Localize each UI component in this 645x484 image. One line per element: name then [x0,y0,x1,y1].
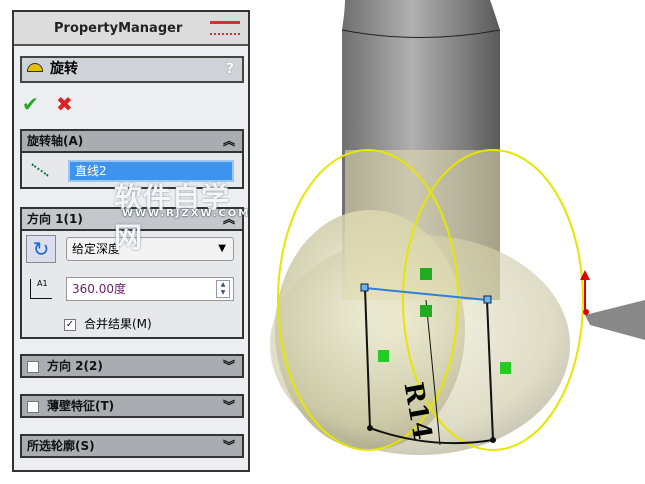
panel-pin-icon[interactable] [210,21,240,35]
feature-header: 旋转 ? [20,56,244,83]
panel-title: PropertyManager [54,21,183,36]
collapse-icon[interactable]: ︽ [223,131,235,151]
panel-title-bar: PropertyManager [14,12,248,46]
checkbox[interactable] [27,400,39,413]
revolve-feature-icon [27,63,43,72]
section-header-axis[interactable]: 旋转轴(A) ︽ [20,129,244,153]
axis-line-icon [31,163,49,177]
spin-buttons[interactable]: ▲ ▼ [216,280,230,298]
section-title: 所选轮廓(S) [27,439,95,453]
cancel-x-icon[interactable]: ✖ [56,92,73,116]
angle-value: 360.00度 [72,282,126,296]
merge-result-checkbox[interactable]: ✓ 合并结果(M) [64,315,152,332]
end-condition-value: 给定深度 [72,242,121,256]
section-header-contours[interactable]: 所选轮廓(S) ︾ [20,434,244,458]
reverse-direction-button[interactable]: ↻ [26,235,56,263]
checkbox-label: 合并结果(M) [84,317,152,331]
angle-icon: A1 [30,279,52,299]
graphics-viewport[interactable]: R14 [255,0,645,480]
section-title: 薄壁特征(T) [47,399,115,413]
ok-check-icon[interactable]: ✔ [22,92,39,116]
checkbox[interactable] [27,360,39,373]
angle-input[interactable]: 360.00度 ▲ ▼ [66,277,234,301]
watermark-url: WWW.RJZXW.COM [122,208,251,219]
expand-icon[interactable]: ︾ [223,356,235,376]
property-manager-panel: PropertyManager 旋转 ? ✔ ✖ 旋转轴(A) ︽ 直线2 方向 … [12,10,250,472]
section-title: 方向 2(2) [47,359,103,373]
expand-icon[interactable]: ︾ [223,436,235,456]
section-header-direction2[interactable]: 方向 2(2) ︾ [20,354,244,378]
section-title: 方向 1(1) [27,212,83,226]
section-title: 旋转轴(A) [27,134,84,148]
expand-icon[interactable]: ︾ [223,396,235,416]
section-header-thin-feature[interactable]: 薄壁特征(T) ︾ [20,394,244,418]
checkbox[interactable]: ✓ [64,318,76,331]
feature-name: 旋转 [50,61,78,77]
help-button[interactable]: ? [226,58,234,81]
